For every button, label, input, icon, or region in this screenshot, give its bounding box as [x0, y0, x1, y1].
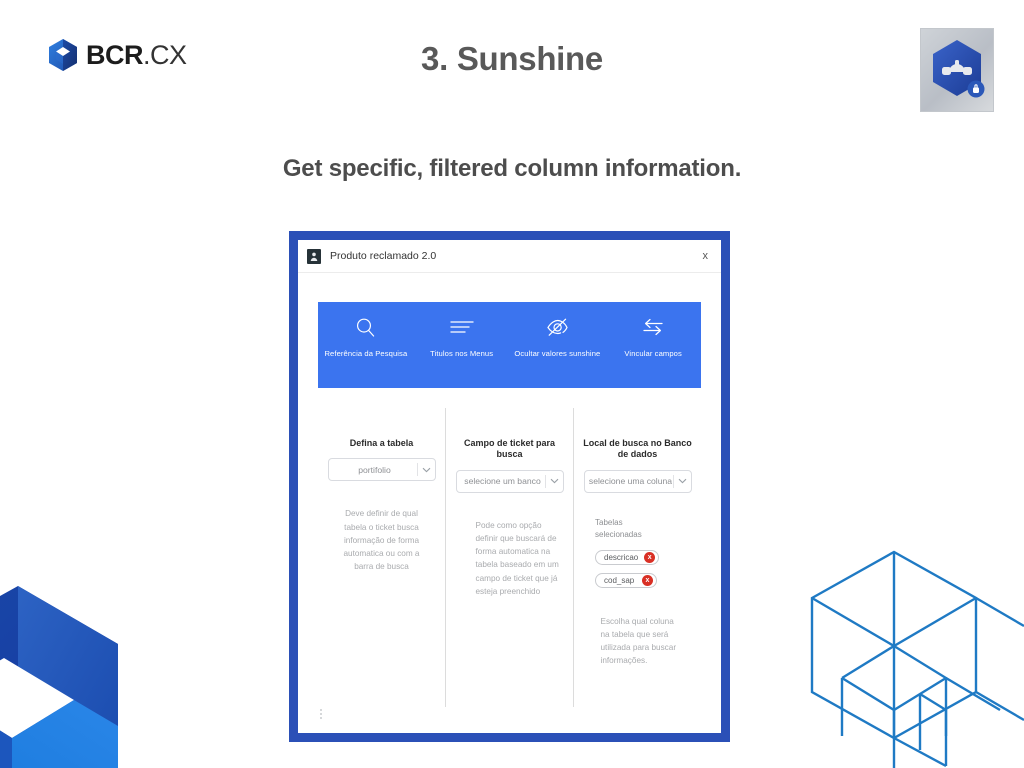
tag-label: descricao	[604, 552, 639, 562]
toolbar-item-label: Ocultar valores sunshine	[514, 349, 601, 358]
selected-tables-block: Tabelas selecionadas descricao x cod_sap…	[583, 517, 692, 593]
form-column-db-search-location: Local de busca no Banco de dados selecio…	[573, 408, 701, 707]
toolbar-item-link-fields[interactable]: Vincular campos	[605, 314, 701, 358]
page-subtitle: Get specific, filtered column informatio…	[282, 155, 742, 182]
menu-lines-icon	[449, 314, 474, 340]
toolbar-item-search-reference[interactable]: Referência da Pesquisa	[318, 314, 414, 358]
tag-label: cod_sap	[604, 575, 635, 585]
kebab-dot	[320, 717, 322, 719]
column-label: Campo de ticket para busca	[463, 438, 556, 460]
window-body: Referência da Pesquisa Titulos nos Menus	[298, 274, 721, 733]
toolbar-item-menu-titles[interactable]: Titulos nos Menus	[414, 314, 510, 358]
bottom-right-isometric-graphic	[810, 550, 1024, 768]
column-help-text: Deve definir de qual tabela o ticket bus…	[343, 509, 420, 572]
table-row[interactable]: descricao x	[595, 549, 660, 565]
bank-select[interactable]: selecione um banco	[455, 469, 564, 493]
chevron-down-icon[interactable]	[674, 478, 691, 484]
sunshine-hexagon-app-icon	[933, 40, 985, 98]
form-column-ticket-field: Campo de ticket para busca selecione um …	[445, 408, 573, 707]
column-help-text: Pode como opção definir que buscará de f…	[475, 520, 559, 596]
kebab-dot	[320, 709, 322, 711]
column-help-text: Escolha qual coluna na tabela que será u…	[600, 616, 677, 666]
application-window: Produto reclamado 2.0 x Referência da Pe…	[289, 231, 730, 742]
sunshine-app-badge	[920, 28, 994, 112]
kebab-menu-icon[interactable]	[320, 709, 322, 719]
form-columns: Defina a tabela portifolio Deve definir …	[318, 408, 701, 707]
form-column-table: Defina a tabela portifolio Deve definir …	[318, 408, 445, 707]
close-icon[interactable]: x	[700, 249, 712, 264]
chevron-down-icon[interactable]	[418, 467, 435, 473]
column-select-value: selecione uma coluna	[588, 476, 673, 486]
table-row[interactable]: cod_sap x	[595, 572, 657, 588]
app-tile-icon	[307, 248, 321, 264]
kebab-dot	[320, 713, 322, 715]
eye-off-icon	[545, 314, 569, 340]
toolbar-item-hide-sunshine-values[interactable]: Ocultar valores sunshine	[510, 314, 606, 358]
application-window-inner: Produto reclamado 2.0 x Referência da Pe…	[298, 240, 721, 733]
remove-tag-icon[interactable]: x	[642, 574, 653, 586]
toolbar-item-label: Vincular campos	[624, 349, 682, 358]
table-select[interactable]: portifolio	[327, 458, 436, 482]
chevron-down-icon[interactable]	[546, 478, 563, 484]
toolbar: Referência da Pesquisa Titulos nos Menus	[318, 302, 701, 388]
column-label: Local de busca no Banco de dados	[583, 438, 692, 460]
selected-tables-title: Tabelas selecionadas	[595, 517, 642, 539]
toolbar-item-label: Titulos nos Menus	[430, 349, 494, 358]
toolbar-item-label: Referência da Pesquisa	[324, 349, 408, 358]
table-select-value: portifolio	[358, 464, 391, 475]
bank-select-value: selecione um banco	[464, 476, 541, 486]
link-arrows-icon	[641, 314, 665, 340]
remove-tag-icon[interactable]: x	[644, 551, 656, 563]
column-select[interactable]: selecione uma coluna	[583, 469, 692, 493]
window-titlebar: Produto reclamado 2.0 x	[298, 240, 721, 273]
column-label: Defina a tabela	[349, 438, 414, 448]
search-icon	[355, 314, 376, 340]
bottom-left-cube-graphic	[0, 586, 118, 768]
page-title: 3. Sunshine	[421, 40, 603, 77]
window-title: Produto reclamado 2.0	[330, 250, 437, 262]
